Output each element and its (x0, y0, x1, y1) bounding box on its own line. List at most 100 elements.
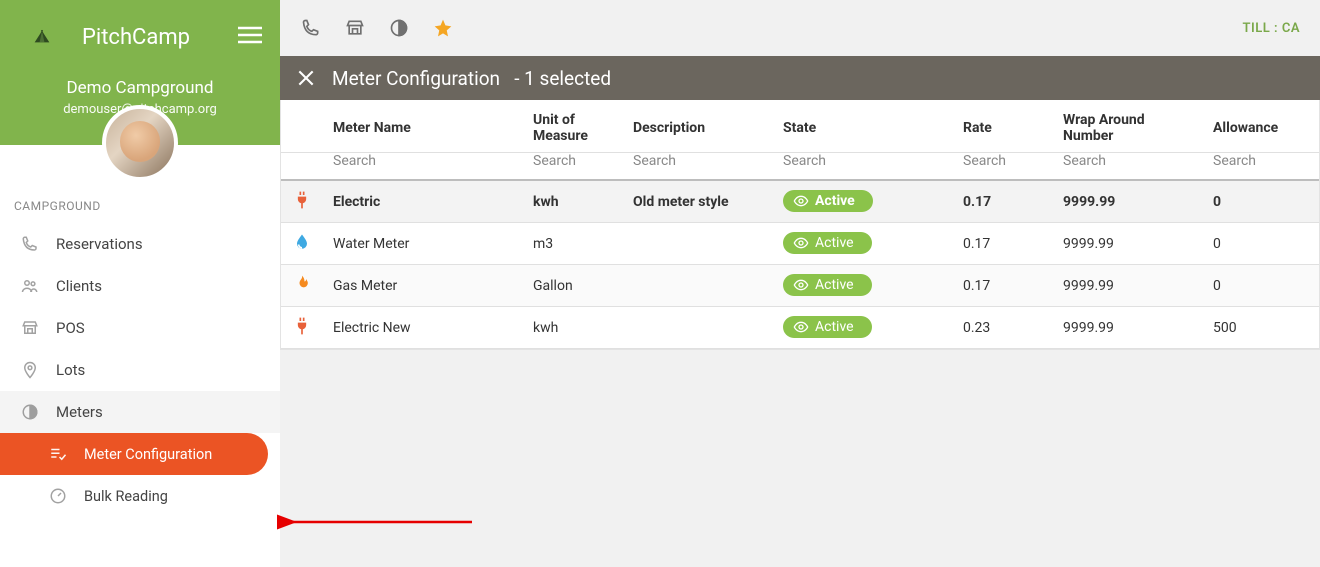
tent-logo-icon (20, 20, 64, 54)
status-badge: Active (783, 232, 872, 254)
table-search-row: SearchSearchSearchSearchSearchSearchSear… (281, 153, 1320, 181)
table-row[interactable]: Water Meterm3Active0.179999.990 (281, 223, 1320, 265)
menu-toggle-button[interactable] (238, 26, 262, 48)
close-icon[interactable] (296, 68, 316, 88)
cell-description (623, 223, 773, 265)
sidebar-item-reservations[interactable]: Reservations (0, 223, 280, 265)
status-badge: Active (783, 274, 872, 296)
eye-icon (793, 277, 809, 293)
sidebar-item-label: POS (56, 319, 85, 337)
sidebar-item-label: Meters (56, 403, 103, 421)
main: TILL : CA Meter Configuration - 1 select… (280, 0, 1320, 567)
col-search[interactable]: Search (523, 153, 623, 181)
table-row[interactable]: ElectrickwhOld meter style Active 0.179999… (281, 180, 1320, 223)
cell-description: Old meter style (623, 180, 773, 223)
col-header[interactable]: Rate (953, 100, 1053, 153)
cell-name: Electric New (323, 307, 523, 349)
cell-allowance: 0 (1203, 180, 1320, 223)
sidebar-item-label: Reservations (56, 235, 143, 253)
sidebar-item-bulk-reading[interactable]: Bulk Reading (0, 475, 280, 517)
col-search[interactable]: Search (623, 153, 773, 181)
sidebar-section-label: CAMPGROUND (0, 181, 280, 223)
col-search[interactable]: Search (773, 153, 953, 181)
plug-icon (291, 315, 313, 337)
selection-count: - 1 selected (514, 67, 611, 90)
store-icon (20, 318, 40, 338)
sidebar-item-label: Clients (56, 277, 102, 295)
table-row[interactable]: Electric Newkwh Active 0.239999.99500 (281, 307, 1320, 349)
circle-half-icon (20, 402, 40, 422)
avatar[interactable] (102, 105, 178, 181)
avatar-container (0, 105, 280, 181)
contrast-icon[interactable] (388, 17, 410, 39)
cell-state: Active (773, 307, 953, 349)
sidebar-item-label: Lots (56, 361, 85, 379)
col-search[interactable]: Search (953, 153, 1053, 181)
gauge-icon (48, 486, 68, 506)
brand-name: PitchCamp (82, 25, 190, 50)
phone-icon (20, 234, 40, 254)
water-icon (291, 231, 313, 253)
col-header[interactable]: Wrap Around Number (1053, 100, 1203, 153)
cell-allowance: 500 (1203, 307, 1320, 349)
cell-description (623, 307, 773, 349)
col-search[interactable]: Search (1203, 153, 1320, 181)
sidebar-item-clients[interactable]: Clients (0, 265, 280, 307)
playlist-check-icon (48, 444, 68, 464)
cell-unit: kwh (523, 307, 623, 349)
col-header[interactable]: Meter Name (323, 100, 523, 153)
cell-unit: m3 (523, 223, 623, 265)
flame-icon (291, 273, 313, 295)
page-title: Meter Configuration - 1 selected (332, 67, 611, 90)
cell-name: Water Meter (323, 223, 523, 265)
status-badge: Active (783, 316, 872, 338)
table-row[interactable]: Gas MeterGallon Active 0.179999.990 (281, 265, 1320, 307)
table-header-row: Meter NameUnit of MeasureDescriptionStat… (281, 100, 1320, 153)
col-search[interactable]: Search (1053, 153, 1203, 181)
sidebar-item-meters[interactable]: Meters (0, 391, 280, 433)
table-body: ElectrickwhOld meter styleActive0.179999… (281, 180, 1320, 349)
eye-icon (793, 319, 809, 335)
cell-allowance: 0 (1203, 265, 1320, 307)
cell-state: Active (773, 223, 953, 265)
cell-state: Active (773, 265, 953, 307)
cell-description (623, 265, 773, 307)
phone-icon[interactable] (300, 17, 322, 39)
title-bar: Meter Configuration - 1 selected (280, 56, 1320, 100)
cell-state: Active (773, 180, 953, 223)
cell-allowance: 0 (1203, 223, 1320, 265)
store-icon[interactable] (344, 17, 366, 39)
sidebar-item-lots[interactable]: Lots (0, 349, 280, 391)
pin-icon (20, 360, 40, 380)
page-title-main: Meter Configuration (332, 67, 500, 90)
cell-wrap: 9999.99 (1053, 265, 1203, 307)
sidebar-nav: Reservations Clients POS Lots Meters Meter Co… (0, 223, 280, 517)
eye-icon (793, 193, 809, 209)
cell-wrap: 9999.99 (1053, 307, 1203, 349)
eye-icon (793, 235, 809, 251)
sidebar: PitchCamp Demo Campground demouser@pitch… (0, 0, 280, 567)
col-search[interactable]: Search (323, 153, 523, 181)
cell-rate: 0.23 (953, 307, 1053, 349)
cell-name: Electric (323, 180, 523, 223)
sidebar-item-pos[interactable]: POS (0, 307, 280, 349)
col-header[interactable]: State (773, 100, 953, 153)
cell-rate: 0.17 (953, 265, 1053, 307)
sidebar-item-label: Meter Configuration (84, 446, 212, 463)
col-header[interactable]: Allowance (1203, 100, 1320, 153)
till-label: TILL : CA (1243, 21, 1300, 36)
cell-unit: Gallon (523, 265, 623, 307)
cell-name: Gas Meter (323, 265, 523, 307)
people-icon (20, 276, 40, 296)
campground-name: Demo Campground (20, 78, 260, 98)
star-icon[interactable] (432, 17, 454, 39)
col-header[interactable]: Unit of Measure (523, 100, 623, 153)
cell-rate: 0.17 (953, 180, 1053, 223)
cell-wrap: 9999.99 (1053, 180, 1203, 223)
cell-wrap: 9999.99 (1053, 223, 1203, 265)
status-badge: Active (783, 190, 873, 212)
sidebar-item-label: Bulk Reading (84, 488, 168, 505)
sidebar-item-meter-configuration[interactable]: Meter Configuration (0, 433, 268, 475)
col-header[interactable]: Description (623, 100, 773, 153)
cell-unit: kwh (523, 180, 623, 223)
